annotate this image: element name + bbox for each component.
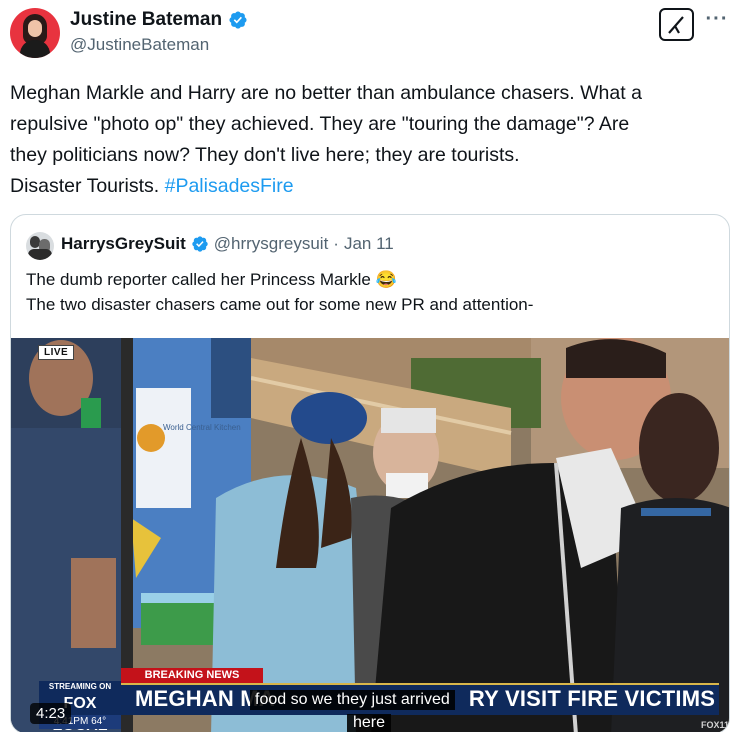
- tweet-text: Meghan Markle and Harry are no better th…: [10, 78, 730, 202]
- tweet-text-line: Meghan Markle and Harry are no better th…: [10, 82, 642, 104]
- breaking-news-label: BREAKING NEWS: [121, 668, 263, 683]
- hashtag-link[interactable]: #PalisadesFire: [165, 175, 294, 197]
- tweet-text-line: Disaster Tourists. #PalisadesFire: [10, 171, 730, 202]
- author-handle[interactable]: @JustineBateman: [70, 35, 209, 55]
- tweet-card: Justine Bateman @JustineBateman x ··· Me…: [0, 0, 740, 732]
- quoted-text-line: The dumb reporter called her Princess Ma…: [26, 270, 397, 289]
- caption-line-2: here: [347, 714, 392, 732]
- more-options-icon[interactable]: ···: [704, 9, 730, 32]
- meta-separator: ·: [333, 234, 339, 253]
- quoted-text-line: The two disaster chasers came out for so…: [26, 295, 534, 314]
- broadcast-temperature: 64°: [91, 716, 107, 727]
- headline-end: RY VISIT FIRE VICTIMS: [468, 686, 716, 711]
- tweet-text-line: repulsive "photo op" they achieved. They…: [10, 113, 630, 135]
- tweet-text-line-end: Disaster Tourists.: [10, 175, 165, 197]
- quoted-handle[interactable]: @hrrysgreysuit: [214, 234, 329, 254]
- author-name-row: Justine Bateman: [70, 9, 248, 31]
- video-player[interactable]: World Central Kitchen LIVE BREAKING NEWS…: [11, 338, 730, 732]
- tweet-text-line: they politicians now? They don't live he…: [10, 144, 520, 166]
- video-duration: 4:23: [30, 703, 72, 724]
- author-avatar[interactable]: [10, 8, 60, 58]
- truck-sign-text: World Central Kitchen: [163, 423, 241, 432]
- quoted-text: The dumb reporter called her Princess Ma…: [26, 267, 716, 317]
- quoted-date[interactable]: Jan 11: [344, 234, 394, 254]
- quoted-author-row: HarrysGreySuit @hrrysgreysuit · Jan 11: [61, 234, 394, 254]
- quoted-author-avatar[interactable]: [26, 232, 54, 260]
- quoted-tweet[interactable]: HarrysGreySuit @hrrysgreysuit · Jan 11 T…: [10, 214, 730, 732]
- caption-line-1: food so we they just arrived: [250, 690, 455, 710]
- streaming-label: STREAMING ON: [39, 681, 121, 693]
- channel-corner-bug: FOX11: [701, 720, 730, 730]
- live-badge: LIVE: [38, 345, 75, 360]
- author-display-name[interactable]: Justine Bateman: [70, 9, 222, 31]
- grok-button[interactable]: x: [659, 8, 694, 41]
- quoted-display-name[interactable]: HarrysGreySuit: [61, 234, 186, 254]
- video-frame: World Central Kitchen: [11, 338, 729, 732]
- verified-badge-icon: [229, 11, 247, 29]
- grok-icon: x: [667, 15, 684, 34]
- verified-badge-icon: [192, 236, 208, 252]
